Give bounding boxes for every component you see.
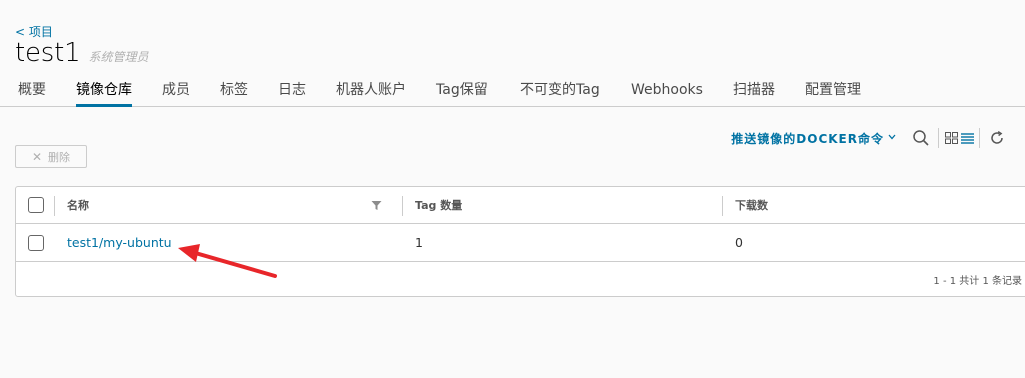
select-all-checkbox[interactable]: [28, 197, 44, 213]
chevron-down-icon: [888, 133, 896, 143]
role-badge: 系统管理员: [88, 50, 149, 64]
push-command-dropdown[interactable]: 推送镜像的DOCKER命令: [731, 130, 896, 147]
column-header-pulls[interactable]: 下载数: [735, 187, 768, 223]
delete-label: 删除: [48, 150, 71, 164]
tab-tag-retention[interactable]: Tag保留: [436, 76, 488, 107]
list-view-icon[interactable]: [959, 127, 975, 149]
tag-count-value: 1: [415, 235, 423, 250]
repo-name-link[interactable]: test1/my-ubuntu: [67, 235, 172, 250]
repo-toolbar: 推送镜像的DOCKER命令: [731, 127, 1010, 149]
tab-logs[interactable]: 日志: [278, 76, 306, 107]
column-divider: [402, 196, 403, 216]
table-header: 名称 Tag 数量 下载数: [16, 187, 1025, 224]
table-row: test1/my-ubuntu 1 0: [16, 224, 1025, 262]
close-icon: ✕: [31, 149, 43, 164]
toolbar-divider: [938, 128, 939, 148]
tab-scanners[interactable]: 扫描器: [733, 76, 775, 107]
tab-labels[interactable]: 标签: [220, 76, 248, 107]
pulls-cell: 0: [735, 224, 743, 261]
page-header: test1 系统管理员: [15, 38, 149, 68]
tab-webhooks[interactable]: Webhooks: [631, 76, 703, 107]
push-command-label: 推送镜像的DOCKER命令: [731, 131, 884, 146]
column-header-tag-count[interactable]: Tag 数量: [415, 187, 462, 223]
row-checkbox[interactable]: [28, 234, 44, 251]
tab-immutable-tags[interactable]: 不可变的Tag: [520, 76, 600, 107]
repo-name-cell: test1/my-ubuntu: [67, 224, 172, 261]
table-footer: 1 - 1 共计 1 条记录: [16, 262, 1025, 296]
annotation-arrow-icon: [178, 244, 277, 278]
column-divider: [54, 196, 55, 216]
tab-summary[interactable]: 概要: [18, 76, 46, 107]
filter-icon[interactable]: [371, 187, 382, 223]
column-divider: [722, 196, 723, 216]
row-select-cell: [28, 224, 44, 261]
pulls-value: 0: [735, 235, 743, 250]
refresh-icon[interactable]: [984, 127, 1010, 149]
tab-configuration[interactable]: 配置管理: [805, 76, 861, 107]
page-title: test1: [15, 38, 81, 68]
toolbar-divider: [979, 128, 980, 148]
delete-button[interactable]: ✕ 删除: [15, 145, 87, 168]
tab-repositories[interactable]: 镜像仓库: [76, 76, 132, 107]
project-tabs: 概要 镜像仓库 成员 标签 日志 机器人账户 Tag保留 不可变的Tag Web…: [0, 76, 1025, 107]
tab-members[interactable]: 成员: [162, 76, 190, 107]
tag-count-cell: 1: [415, 224, 423, 261]
grid-view-icon[interactable]: [943, 127, 959, 149]
search-icon[interactable]: [908, 127, 934, 149]
repository-datagrid: 名称 Tag 数量 下载数 test1/my-ubuntu 1 0 1 - 1 …: [15, 186, 1025, 297]
tab-robot-accounts[interactable]: 机器人账户: [336, 76, 406, 107]
select-all-cell: [28, 187, 44, 223]
column-header-name[interactable]: 名称: [67, 187, 89, 223]
pagination-summary: 1 - 1 共计 1 条记录: [933, 275, 1022, 287]
